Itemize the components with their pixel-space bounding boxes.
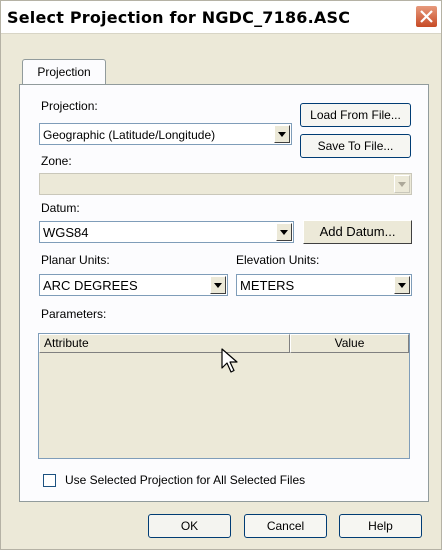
add-datum-button[interactable]: Add Datum... [303,220,412,244]
planar-units-label: Planar Units: [41,253,110,267]
close-button[interactable] [415,5,438,28]
projection-select[interactable]: Geographic (Latitude/Longitude) [39,123,292,145]
chevron-down-icon[interactable] [394,175,410,193]
load-from-file-button[interactable]: Load From File... [300,103,411,127]
projection-panel: Projection: Geographic (Latitude/Longitu… [19,84,429,502]
use-for-all-checkbox[interactable] [43,474,56,487]
tab-projection[interactable]: Projection [22,59,106,85]
chevron-down-icon[interactable] [276,223,292,241]
use-for-all-label[interactable]: Use Selected Projection for All Selected… [65,473,305,487]
help-button[interactable]: Help [339,514,422,538]
close-icon [420,10,433,23]
elevation-units-value: METERS [240,278,295,293]
chevron-down-icon[interactable] [394,276,410,294]
select-projection-dialog: Select Projection for NGDC_7186.ASC Proj… [0,0,442,550]
parameters-list[interactable]: Attribute Value [38,333,410,459]
ok-button[interactable]: OK [148,514,231,538]
zone-select[interactable] [39,173,412,195]
column-header-value[interactable]: Value [290,334,409,353]
planar-units-select[interactable]: ARC DEGREES [39,274,228,296]
title-bar: Select Projection for NGDC_7186.ASC [1,1,441,34]
elevation-units-label: Elevation Units: [236,253,320,267]
save-to-file-button[interactable]: Save To File... [300,134,411,158]
datum-label: Datum: [41,201,80,215]
chevron-down-icon[interactable] [274,125,290,143]
mouse-cursor-icon [221,348,238,373]
cancel-button[interactable]: Cancel [244,514,327,538]
dialog-title: Select Projection for NGDC_7186.ASC [7,8,351,27]
chevron-down-icon[interactable] [210,276,226,294]
zone-label: Zone: [41,154,72,168]
datum-select-value: WGS84 [43,225,89,240]
elevation-units-select[interactable]: METERS [236,274,412,296]
planar-units-value: ARC DEGREES [43,278,138,293]
column-header-attribute[interactable]: Attribute [39,334,290,353]
parameters-label: Parameters: [41,307,107,321]
projection-label: Projection: [41,99,98,113]
projection-select-value: Geographic (Latitude/Longitude) [43,128,216,142]
datum-select[interactable]: WGS84 [39,221,294,243]
